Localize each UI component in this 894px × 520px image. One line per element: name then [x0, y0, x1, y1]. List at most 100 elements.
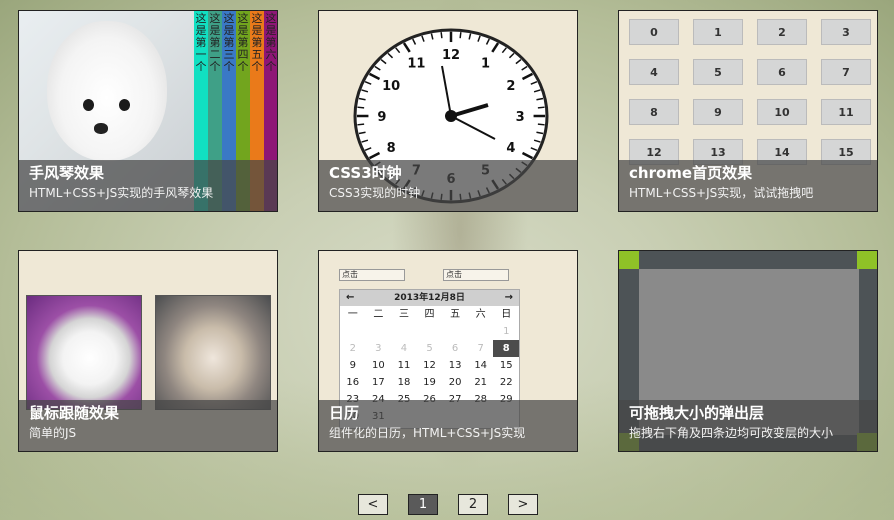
speed-dial-tile[interactable]: 10	[757, 99, 807, 125]
clock-tick	[357, 123, 365, 126]
card-title: 可拖拽大小的弹出层	[629, 404, 765, 422]
speed-dial-tile[interactable]: 0	[629, 19, 679, 45]
card-subtitle: CSS3实现的时钟	[329, 186, 421, 200]
card-caption: chrome首页效果 HTML+CSS+JS实现，试试拖拽吧	[619, 160, 877, 211]
calendar-day[interactable]: 2	[340, 340, 366, 357]
card-subtitle: HTML+CSS+JS实现，试试拖拽吧	[629, 186, 814, 200]
speed-dial-tile[interactable]: 6	[757, 59, 807, 85]
calendar-day[interactable]: 13	[442, 357, 468, 374]
calendar-day[interactable]: 15	[493, 357, 519, 374]
week-row: 1	[340, 323, 519, 340]
prev-month-button[interactable]: ←	[346, 290, 354, 306]
calendar-day	[468, 323, 494, 340]
clock-number: 3	[516, 110, 525, 125]
card-mouse-follow[interactable]: 鼠标跟随效果 简单的JS	[18, 250, 278, 452]
card-title: CSS3时钟	[329, 164, 402, 182]
speed-dial-tile[interactable]: 4	[629, 59, 679, 85]
pager-page-2[interactable]: 2	[458, 494, 488, 515]
card-accordion[interactable]: 这是第一个 这是第二个 这是第三个 这是第四个 这是第五个 这是第六个 手风琴效果 HTM…	[18, 10, 278, 212]
card-title: 日历	[329, 404, 360, 422]
accordion-strip-label: 这是第五个	[251, 12, 263, 73]
card-caption: CSS3时钟 CSS3实现的时钟	[319, 160, 577, 211]
calendar-day[interactable]: 3	[366, 340, 392, 357]
calendar-day[interactable]: 20	[442, 374, 468, 391]
next-month-button[interactable]: →	[505, 290, 513, 306]
weekday-label: 六	[475, 309, 486, 320]
calendar-day[interactable]: 19	[417, 374, 443, 391]
calendar-day[interactable]: 16	[340, 374, 366, 391]
clock-number: 2	[506, 79, 515, 94]
clock-number: 11	[407, 56, 425, 71]
calendar-day	[366, 323, 392, 340]
clock-tick	[537, 106, 545, 109]
speed-dial-tile[interactable]: 11	[821, 99, 871, 125]
calendar-day[interactable]: 17	[366, 374, 392, 391]
accordion-strip-label: 这是第三个	[223, 12, 235, 73]
calendar-day[interactable]: 5	[417, 340, 443, 357]
calendar-day[interactable]: 22	[493, 374, 519, 391]
calendar-day	[340, 323, 366, 340]
clock-number: 10	[382, 79, 400, 94]
calendar-day[interactable]: 6	[442, 340, 468, 357]
card-subtitle: 简单的JS	[29, 426, 77, 440]
card-subtitle: HTML+CSS+JS实现的手风琴效果	[29, 186, 214, 200]
clock-number: 4	[506, 141, 515, 156]
speed-dial-tile[interactable]: 3	[821, 19, 871, 45]
clock-tick	[459, 32, 462, 39]
calendar-day[interactable]: 12	[417, 357, 443, 374]
pager-next-button[interactable]: >	[508, 494, 538, 515]
speed-dial-tile[interactable]: 9	[693, 99, 743, 125]
card-subtitle: 组件化的日历，HTML+CSS+JS实现	[329, 426, 526, 440]
puppy-photo	[26, 295, 142, 410]
speed-dial-tile[interactable]: 1	[693, 19, 743, 45]
calendar-header: ← 2013年12月8日 →	[340, 290, 519, 306]
speed-dial-tile[interactable]: 7	[821, 59, 871, 85]
calendar-day[interactable]: 1	[493, 323, 519, 340]
card-subtitle: 拖拽右下角及四条边均可改变层的大小	[629, 426, 834, 440]
calendar-day[interactable]: 10	[366, 357, 392, 374]
speed-dial-tile[interactable]: 2	[757, 19, 807, 45]
card-resizable-popup[interactable]: 可拖拽大小的弹出层 拖拽右下角及四条边均可改变层的大小	[618, 250, 878, 452]
weekday-label: 一	[347, 309, 358, 320]
accordion-strip-label: 这是第六个	[265, 12, 277, 73]
calendar-day[interactable]: 21	[468, 374, 494, 391]
weekday-label: 五	[450, 309, 461, 320]
card-title: 鼠标跟随效果	[29, 404, 120, 422]
weekday-row: 一二三四五六日	[340, 306, 519, 323]
calendar-day[interactable]: 7	[468, 340, 494, 357]
speed-dial-tile[interactable]: 5	[693, 59, 743, 85]
card-caption: 日历 组件化的日历，HTML+CSS+JS实现	[319, 400, 577, 451]
card-caption: 鼠标跟随效果 简单的JS	[19, 400, 277, 451]
clock-number: 9	[377, 110, 386, 125]
card-chrome-home[interactable]: 0 1 2 3 4 5 6 7 8 9 10 11 12 13 14 15 chrome首页效果 HTML+C…	[618, 10, 878, 212]
card-caption: 可拖拽大小的弹出层 拖拽右下角及四条边均可改变层的大小	[619, 400, 877, 451]
calendar-month-label: 2013年12月8日	[394, 293, 465, 303]
calendar-day[interactable]: 18	[391, 374, 417, 391]
resize-handle-top-left[interactable]	[619, 251, 639, 269]
clock-tick	[440, 32, 443, 39]
weekday-label: 三	[398, 309, 409, 320]
accordion-strip-label: 这是第四个	[237, 12, 249, 73]
calendar-day[interactable]: 9	[340, 357, 366, 374]
calendar-day[interactable]: 8	[493, 340, 520, 357]
pager-page-1[interactable]: 1	[408, 494, 438, 515]
clock-number: 8	[387, 141, 396, 156]
rabbits-photo	[155, 295, 271, 410]
date-input-right[interactable]: 点击	[443, 269, 509, 281]
card-calendar[interactable]: 点击 点击 ← 2013年12月8日 → 一二三四五六日 1 2 3 4 5 6 7 8 9 10 1…	[318, 250, 578, 452]
speed-dial-tile[interactable]: 8	[629, 99, 679, 125]
resize-handle-top-right[interactable]	[857, 251, 877, 269]
pager-prev-button[interactable]: <	[358, 494, 388, 515]
calendar-day[interactable]: 11	[391, 357, 417, 374]
calendar-day	[442, 323, 468, 340]
card-css3-clock[interactable]: 121234567891011 CSS3时钟 CSS3实现的时钟	[318, 10, 578, 212]
calendar-day	[417, 323, 443, 340]
card-title: chrome首页效果	[629, 164, 753, 182]
clock-tick	[357, 106, 365, 109]
clock-number: 1	[481, 56, 490, 71]
calendar-day[interactable]: 4	[391, 340, 417, 357]
clock-tick	[537, 123, 545, 126]
week-row: 2345678	[340, 340, 520, 357]
calendar-day[interactable]: 14	[468, 357, 494, 374]
date-input-left[interactable]: 点击	[339, 269, 405, 281]
